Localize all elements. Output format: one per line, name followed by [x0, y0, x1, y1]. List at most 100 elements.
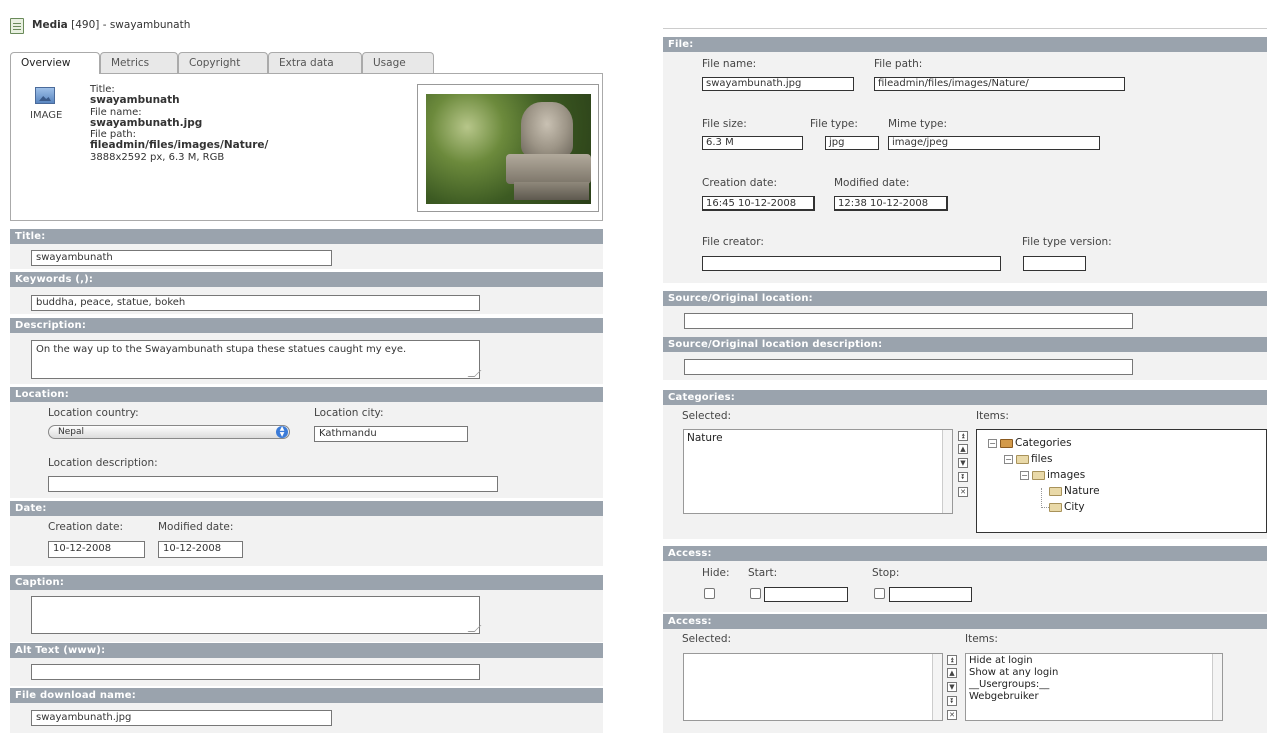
- caption-textarea[interactable]: [31, 596, 480, 634]
- move-down-button[interactable]: ▼: [958, 458, 968, 468]
- title-section-header: Title:: [10, 229, 603, 244]
- title-value: swayambunath: [90, 94, 180, 107]
- title-input[interactable]: swayambunath: [31, 250, 332, 266]
- location-country-select[interactable]: Nepal ▲ ▼: [48, 425, 290, 439]
- categories-section-header: Categories:: [663, 390, 1267, 405]
- location-country-value: Nepal: [58, 427, 84, 437]
- tab-usage[interactable]: Usage: [362, 52, 434, 73]
- type-label: IMAGE: [30, 110, 63, 121]
- file-path-input[interactable]: fileadmin/files/images/Nature/: [874, 77, 1125, 91]
- file-creator-label: File creator:: [702, 236, 764, 248]
- file-type-version-input[interactable]: [1023, 256, 1086, 271]
- folder-icon: [1032, 470, 1045, 480]
- tree-node-nature[interactable]: Nature: [1049, 485, 1100, 497]
- file-creator-input[interactable]: [702, 256, 1001, 271]
- alt-text-section-header: Alt Text (www):: [10, 643, 603, 658]
- file-size-input[interactable]: 6.3 M: [702, 136, 803, 150]
- alt-text-input[interactable]: [31, 664, 480, 680]
- description-section-header: Description:: [10, 318, 603, 333]
- move-bottom-button[interactable]: ⏬︎: [958, 472, 968, 482]
- file-modified-date-label: Modified date:: [834, 177, 910, 189]
- list-scrollbar[interactable]: [942, 430, 952, 513]
- file-creation-date-input[interactable]: 16:45 10-12-2008: [702, 196, 815, 211]
- access-items-list[interactable]: Hide at login Show at any login __Usergr…: [965, 653, 1223, 721]
- tree-node-images[interactable]: − images: [1020, 469, 1085, 481]
- list-scrollbar[interactable]: [1212, 654, 1222, 720]
- mime-type-label: Mime type:: [888, 118, 947, 130]
- file-name-input[interactable]: swayambunath.jpg: [702, 77, 854, 91]
- source-description-section-header: Source/Original location description:: [663, 337, 1267, 352]
- folder-icon: [1049, 486, 1062, 496]
- tab-extra-data[interactable]: Extra data: [268, 52, 362, 73]
- location-city-input[interactable]: Kathmandu: [314, 426, 468, 442]
- record-name: - swayambunath: [102, 19, 191, 31]
- move-bottom-button[interactable]: ⏬︎: [947, 696, 957, 706]
- date-modified-input[interactable]: 10-12-2008: [158, 541, 243, 558]
- tab-metrics[interactable]: Metrics: [100, 52, 178, 73]
- keywords-input[interactable]: buddha, peace, statue, bokeh: [31, 295, 480, 311]
- date-creation-input[interactable]: 10-12-2008: [48, 541, 145, 558]
- tab-overview-label: Overview: [21, 57, 71, 69]
- tab-overview[interactable]: Overview: [10, 52, 100, 74]
- collapse-icon[interactable]: −: [1020, 470, 1029, 480]
- thumbnail-photo: [426, 94, 591, 204]
- collapse-icon[interactable]: −: [988, 438, 997, 448]
- access-items-label: Items:: [965, 633, 998, 645]
- list-scrollbar[interactable]: [932, 654, 942, 720]
- access-selected-list[interactable]: [683, 653, 943, 721]
- file-name-label: File name:: [702, 58, 757, 70]
- start-checkbox[interactable]: [750, 588, 761, 599]
- page-title: Media [490] - swayambunath: [32, 19, 190, 31]
- tree-connector: [1041, 488, 1049, 508]
- date-section-header: Date:: [10, 501, 603, 516]
- folder-icon: [1049, 502, 1062, 512]
- categories-selected-label: Selected:: [682, 410, 732, 422]
- stop-checkbox[interactable]: [874, 588, 885, 599]
- image-thumbnail[interactable]: [417, 84, 599, 212]
- source-description-input[interactable]: [684, 359, 1133, 375]
- move-top-button[interactable]: ⏫︎: [958, 431, 968, 441]
- file-modified-date-input[interactable]: 12:38 10-12-2008: [834, 196, 948, 211]
- category-root-icon: [1000, 438, 1013, 448]
- tree-node-city[interactable]: City: [1049, 501, 1085, 513]
- list-item[interactable]: Nature: [687, 432, 723, 444]
- stop-date-input[interactable]: [889, 587, 972, 602]
- move-up-button[interactable]: ▲: [958, 444, 968, 454]
- list-item[interactable]: Webgebruiker: [969, 691, 1219, 703]
- list-item[interactable]: Hide at login: [969, 655, 1219, 667]
- file-section-header: File:: [663, 37, 1267, 52]
- location-description-input[interactable]: [48, 476, 498, 492]
- hide-checkbox[interactable]: [704, 588, 715, 599]
- tree-node-label: files: [1031, 453, 1053, 465]
- tab-usage-label: Usage: [373, 57, 406, 69]
- file-creation-date-label: Creation date:: [702, 177, 777, 189]
- move-top-button[interactable]: ⏫︎: [947, 655, 957, 665]
- collapse-icon[interactable]: −: [1004, 454, 1013, 464]
- list-item[interactable]: Show at any login: [969, 667, 1219, 679]
- download-name-input[interactable]: swayambunath.jpg: [31, 710, 332, 726]
- move-up-button[interactable]: ▲: [947, 668, 957, 678]
- file-type-input[interactable]: jpg: [825, 136, 879, 150]
- location-country-label: Location country:: [48, 407, 139, 419]
- categories-selected-list[interactable]: Nature: [683, 429, 953, 514]
- mime-type-input[interactable]: image/jpeg: [888, 136, 1100, 150]
- tree-node-files[interactable]: − files: [1004, 453, 1052, 465]
- location-city-label: Location city:: [314, 407, 384, 419]
- media-editor-right: File: File name: File path: swayambunath…: [662, 0, 1268, 735]
- description-textarea[interactable]: On the way up to the Swayambunath stupa …: [31, 340, 480, 379]
- move-down-button[interactable]: ▼: [947, 682, 957, 692]
- date-creation-label: Creation date:: [48, 521, 123, 533]
- categories-items-label: Items:: [976, 410, 1009, 422]
- source-location-input[interactable]: [684, 313, 1133, 329]
- start-date-input[interactable]: [764, 587, 848, 602]
- tree-node-label: images: [1047, 469, 1086, 481]
- download-name-section-header: File download name:: [10, 688, 603, 703]
- remove-button[interactable]: ✕: [958, 487, 968, 497]
- categories-tree[interactable]: − Categories − files − images Nature City: [976, 429, 1267, 533]
- list-item[interactable]: __Usergroups:__: [969, 679, 1219, 691]
- access-section-header: Access:: [663, 546, 1267, 561]
- tab-copyright[interactable]: Copyright: [178, 52, 268, 73]
- remove-button[interactable]: ✕: [947, 710, 957, 720]
- hide-label: Hide:: [702, 567, 730, 579]
- tree-node-categories[interactable]: − Categories: [988, 437, 1072, 449]
